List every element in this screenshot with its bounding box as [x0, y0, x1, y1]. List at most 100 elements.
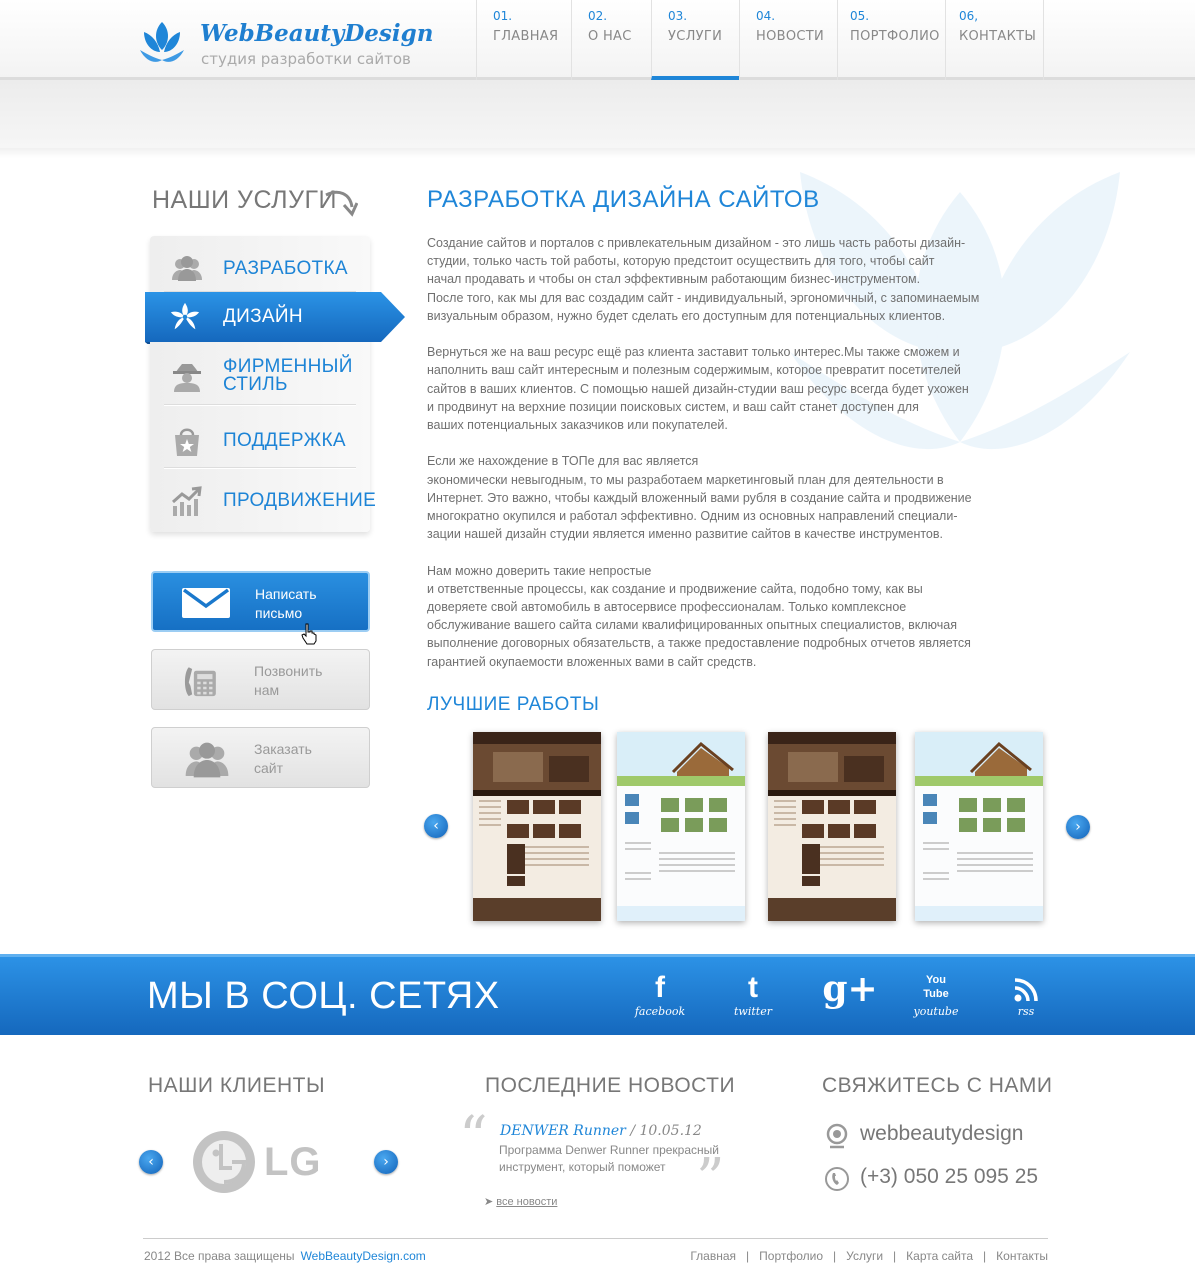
article-line: выполнение договорных обязательств, а та… — [427, 636, 971, 651]
carousel-prev-button[interactable]: ‹ — [424, 814, 448, 838]
article-line: многократно окупился и работал эффективн… — [427, 509, 958, 524]
skype-icon — [826, 1123, 848, 1149]
menu-item-support[interactable]: ПОДДЕРЖКА — [150, 426, 370, 456]
growth-chart-icon — [172, 486, 202, 516]
portfolio-thumbnail[interactable] — [915, 732, 1043, 921]
social-label: facebook — [634, 1005, 686, 1018]
portfolio-thumbnail[interactable] — [768, 732, 896, 921]
best-works-heading: ЛУЧШИЕ РАБОТЫ — [427, 694, 600, 715]
facebook-link[interactable]: f facebook — [630, 971, 690, 1023]
portfolio-thumbnail[interactable] — [473, 732, 601, 921]
nav-item-services[interactable]: 03. УСЛУГИ — [651, 0, 739, 80]
agent-icon — [173, 364, 201, 392]
twitter-link[interactable]: t twitter — [723, 971, 783, 1023]
footer-link-contacts[interactable]: Контакты — [996, 1249, 1048, 1263]
rss-icon — [1014, 978, 1038, 1002]
page: WebBeautyDesign студия разработки сайтов… — [0, 0, 1195, 1272]
nav-label: ГЛАВНАЯ — [493, 29, 559, 44]
phone-number: (+3) 050 25 095 25 — [860, 1165, 1039, 1188]
youtube-link[interactable]: You Tube youtube — [906, 971, 966, 1023]
hand-cursor-icon — [301, 623, 317, 645]
order-site-button[interactable]: Заказать сайт — [151, 727, 370, 788]
google-plus-link[interactable]: g+ — [820, 967, 880, 1019]
nav-label: О НАС — [588, 29, 632, 44]
footer-links: Главная | Портфолио | Услуги | Карта сайта |… — [690, 1249, 1048, 1263]
site-link[interactable]: WebBeautyDesign.com — [301, 1249, 426, 1263]
cta-label-line1: Заказать — [254, 741, 312, 757]
cta-label: Написать письмо — [255, 585, 365, 623]
clients-prev-button[interactable]: ‹ — [139, 1150, 163, 1174]
footer-link-home[interactable]: Главная — [690, 1249, 736, 1263]
menu-item-promotion[interactable]: ПРОДВИЖЕНИЕ — [150, 486, 376, 516]
quote-close-icon: ” — [696, 1147, 725, 1212]
nav-item-contacts[interactable]: 06, КОНТАКТЫ — [945, 0, 1044, 80]
footer-link-services[interactable]: Услуги — [846, 1249, 883, 1263]
cta-label: Позвонить нам — [254, 662, 364, 700]
arrow-right-icon: ➤ — [484, 1196, 494, 1208]
nav-number: 05. — [850, 9, 870, 23]
cta-label: Заказать сайт — [254, 740, 364, 778]
article-line: Интернет. Это важно, чтобы каждый вложен… — [427, 490, 972, 505]
phone-icon — [825, 1167, 849, 1191]
portfolio-thumbnail[interactable] — [617, 732, 745, 921]
cta-label-line1: Позвонить — [254, 663, 323, 679]
facebook-icon: f — [655, 971, 665, 1004]
article-line: После того, как мы для вас создадим сайт… — [427, 290, 980, 305]
menu-label: ПОДДЕРЖКА — [223, 430, 346, 451]
footer-link-sitemap[interactable]: Карта сайта — [906, 1249, 973, 1263]
article-line: Вернуться же на ваш ресурс ещё раз клиен… — [427, 345, 960, 360]
logo[interactable]: WebBeautyDesign студия разработки сайтов — [138, 14, 433, 70]
carousel-next-button[interactable]: › — [1066, 815, 1090, 839]
clients-next-button[interactable]: › — [374, 1150, 398, 1174]
all-news-link[interactable]: ➤ все новости — [484, 1195, 557, 1208]
article-line: начал продавать и чтобы он стал эффектив… — [427, 272, 921, 287]
nav-item-news[interactable]: 04. НОВОСТИ — [739, 0, 837, 80]
nav-number: 06, — [959, 9, 979, 23]
nav-item-portfolio[interactable]: 05. ПОРТФОЛИО — [837, 0, 945, 80]
article-line: и продвинут на верхние позиции поисковых… — [427, 399, 919, 414]
article-line: зации нашей дизайн студии является именн… — [427, 527, 943, 542]
nav-item-home[interactable]: 01. ГЛАВНАЯ — [476, 0, 571, 80]
lg-logo-text: LG — [264, 1140, 322, 1184]
lg-client-logo[interactable]: LG — [190, 1128, 340, 1196]
services-heading: НАШИ УСЛУГИ — [152, 186, 337, 214]
lotus-logo-icon — [140, 22, 184, 62]
article-line: и ответственные процессы, как создание и… — [427, 581, 923, 596]
social-band: МЫ В СОЦ. СЕТЯХ f facebook t twitter g+ … — [0, 954, 1195, 1035]
news-excerpt: Программа Denwer Runner прекрасный инстр… — [499, 1143, 719, 1174]
flower-icon — [170, 302, 200, 330]
news-item-title[interactable]: DENWER Runner / 10.05.12 — [500, 1123, 702, 1139]
footer-divider — [143, 1238, 1048, 1239]
write-letter-button[interactable]: Написать письмо — [151, 571, 370, 645]
menu-item-development[interactable]: РАЗРАБОТКА — [150, 254, 370, 284]
house-site-preview — [617, 732, 745, 921]
menu-divider — [164, 467, 356, 468]
news-date: / 10.05.12 — [630, 1123, 702, 1139]
article-line: ваших потенциальных заказчиков или покуп… — [427, 418, 728, 433]
menu-item-branding[interactable]: ФИРМЕННЫЙ СТИЛЬ — [150, 357, 370, 398]
envelope-icon — [182, 588, 230, 618]
article-line: студии, только часть той работы, которую… — [427, 254, 935, 269]
cta-label-line2: письмо — [255, 605, 303, 621]
rss-link[interactable]: rss — [996, 971, 1056, 1023]
nav-number: 03. — [668, 9, 688, 23]
nav-label: КОНТАКТЫ — [959, 29, 1037, 44]
article-text: Создание сайтов и порталов с привлекател… — [427, 234, 1027, 671]
header-band — [0, 80, 1195, 158]
cta-label-line1: Написать — [255, 586, 317, 602]
article-line: гарантией окупаемости вложенных вами в с… — [427, 654, 757, 669]
footer-link-portfolio[interactable]: Портфолио — [759, 1249, 823, 1263]
article-line: экономически невыгодным, то мы разработа… — [427, 472, 944, 487]
call-us-button[interactable]: Позвонить нам — [151, 649, 370, 710]
news-heading: ПОСЛЕДНИЕ НОВОСТИ — [485, 1074, 736, 1097]
article-line: Создание сайтов и порталов с привлекател… — [427, 236, 966, 250]
phone-icon — [184, 667, 216, 697]
menu-label: ФИРМЕННЫЙ СТИЛЬ — [223, 357, 353, 394]
nav-item-about[interactable]: 02. О НАС — [571, 0, 651, 80]
menu-item-design[interactable]: ДИЗАЙН — [145, 292, 405, 344]
twitter-icon: t — [748, 971, 758, 1004]
curved-arrow-icon — [325, 190, 358, 217]
copyright: 2012 Все права защищены WebBeautyDesign.c… — [144, 1249, 426, 1263]
